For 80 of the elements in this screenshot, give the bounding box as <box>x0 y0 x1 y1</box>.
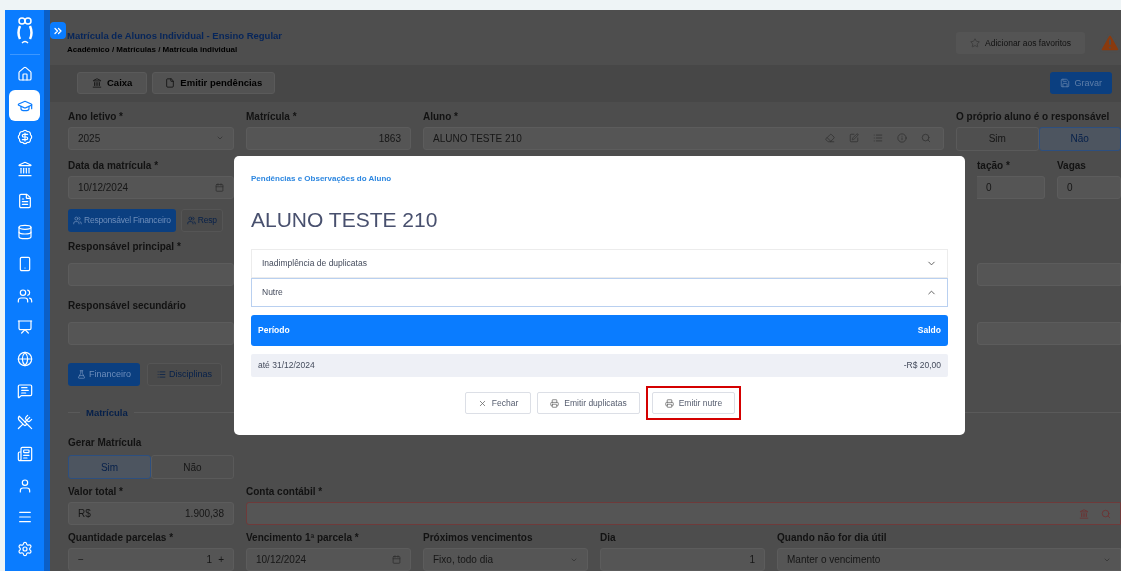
toolbar-button[interactable]: Emitir pendências <box>152 72 276 95</box>
field-label: Dia <box>600 531 617 545</box>
responsible-tab[interactable]: Responsável Financeiro <box>68 208 176 232</box>
toggle-option[interactable]: Não <box>1038 126 1121 151</box>
section-title: Matrícula <box>86 405 128 420</box>
owl-logo <box>16 16 33 46</box>
print-button[interactable]: Emitir nutre <box>651 392 736 414</box>
eraser-icon[interactable] <box>825 133 835 144</box>
people-icon <box>16 287 33 304</box>
enrollment-field[interactable]: 1863 <box>246 126 411 150</box>
field-label: Responsável principal * <box>68 239 182 254</box>
decrement-button[interactable]: − <box>78 552 84 567</box>
document-icon <box>165 78 176 89</box>
utensils-icon <box>16 414 33 431</box>
database-icon <box>16 224 33 241</box>
people-icon <box>186 215 196 225</box>
column-header: Período <box>258 324 290 337</box>
dollar-icon <box>16 129 33 146</box>
sidebar-item[interactable] <box>9 90 40 122</box>
expand-button[interactable] <box>50 22 66 39</box>
student-name: ALUNO TESTE 210 <box>251 207 439 233</box>
toggle-option[interactable]: Sim <box>68 455 151 479</box>
printer-icon <box>550 398 560 408</box>
table-cell: -R$ 20,00 <box>903 359 941 372</box>
student-field[interactable]: ALUNO TESTE 210 <box>423 126 944 150</box>
people-icon <box>73 215 82 225</box>
field-label: Ano letivo * <box>68 109 124 124</box>
year-select[interactable]: 2025 <box>68 126 234 150</box>
flask-icon <box>77 369 86 379</box>
section-tab[interactable]: Financeiro <box>68 362 141 386</box>
field-label: Aluno * <box>423 109 459 124</box>
field-label: Vencimento 1ª parcela * <box>246 531 360 545</box>
newspaper-icon <box>16 446 33 463</box>
close-icon <box>477 398 487 408</box>
toolbar-button[interactable]: Caixa <box>77 72 148 95</box>
modal-title: Pendências e Observações do Aluno <box>251 174 393 184</box>
close-button[interactable]: Fechar <box>464 392 532 414</box>
due-date-field[interactable]: 10/12/2024 <box>246 548 411 571</box>
field-label: Gerar Matrícula <box>68 436 143 450</box>
day-field[interactable]: 1 <box>600 548 765 571</box>
building-icon <box>16 160 33 177</box>
list-icon <box>157 369 167 379</box>
chat-icon <box>16 382 33 399</box>
globe-icon <box>16 351 33 368</box>
home-icon <box>16 65 33 82</box>
field-label: Vagas <box>1057 158 1087 173</box>
responsible-tab[interactable]: Resp <box>180 208 223 232</box>
total-field[interactable]: R$ 1.900,38 <box>68 502 234 525</box>
field-label: Valor total * <box>68 485 124 499</box>
presentation-icon <box>16 319 33 336</box>
field-label: Conta contábil * <box>246 485 324 499</box>
calendar-icon <box>392 555 401 564</box>
table-cell: até 31/12/2024 <box>258 359 315 372</box>
page-title: Matrícula de Alunos Individual - Ensino Regular <box>67 30 282 42</box>
calendar-icon <box>215 182 224 192</box>
column-header: Saldo <box>917 324 941 337</box>
breadcrumb: Acadêmico / Matrículas / Matrícula individual <box>67 45 239 55</box>
section-tab[interactable]: Disciplinas <box>147 362 223 386</box>
save-icon <box>1060 78 1071 89</box>
field-label: Próximos vencimentos <box>423 531 534 545</box>
increment-button[interactable]: + <box>218 552 224 567</box>
field-label: Data da matrícula * <box>68 158 160 173</box>
print-button[interactable]: Emitir duplicatas <box>537 392 640 414</box>
field-label: O próprio aluno é o responsável <box>956 109 1111 124</box>
field-label: Quantidade parcelas * <box>68 531 175 545</box>
accordion-header[interactable]: Inadimplência de duplicatas <box>251 249 948 278</box>
save-button[interactable]: Gravar <box>1050 72 1112 95</box>
installments-stepper[interactable]: − 1 + <box>68 548 234 571</box>
document-icon <box>16 192 33 209</box>
printer-icon <box>664 398 674 408</box>
responsible-field[interactable] <box>68 262 234 286</box>
settings-icon <box>16 541 33 558</box>
field-label: Matrícula * <box>246 109 298 124</box>
responsible-field[interactable] <box>68 321 234 345</box>
date-field[interactable]: 10/12/2024 <box>68 175 234 199</box>
field-label: Quando não for dia útil <box>777 531 888 545</box>
field-label: tação * <box>977 158 1011 173</box>
search-icon[interactable] <box>921 133 931 144</box>
field-label: Responsável secundário <box>68 298 187 313</box>
accordion-header[interactable]: Nutre <box>251 278 948 307</box>
